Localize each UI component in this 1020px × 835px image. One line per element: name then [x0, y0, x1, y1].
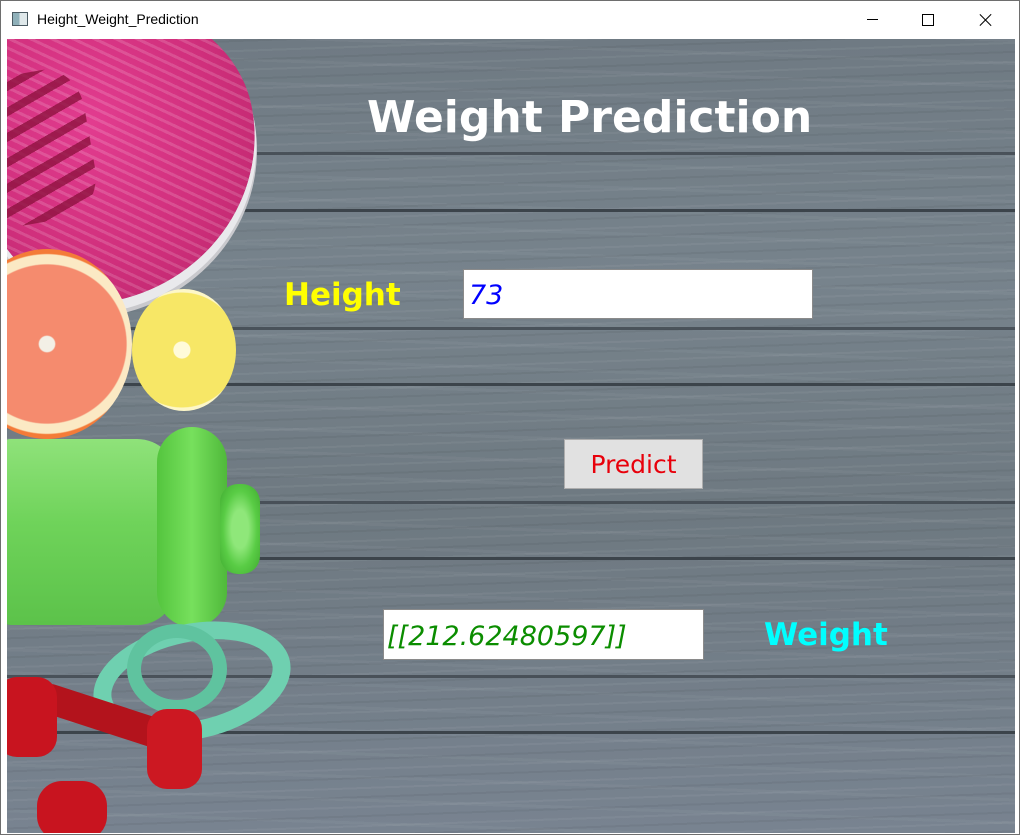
app-icon[interactable]: [12, 12, 28, 26]
dumbbell-image: [37, 781, 107, 833]
shaker-bottle-image: [7, 439, 177, 625]
app-window: Height_Weight_Prediction Weight Predicti…: [0, 0, 1020, 835]
predict-button[interactable]: Predict: [564, 439, 703, 489]
height-input[interactable]: 73: [463, 269, 813, 319]
dumbbell-weight: [147, 709, 202, 789]
minimize-button[interactable]: [849, 1, 895, 38]
window-title: Height_Weight_Prediction: [37, 11, 199, 27]
shaker-nozzle-image: [220, 484, 260, 574]
close-icon: [979, 13, 993, 27]
laces-image: [7, 63, 103, 233]
dumbbell-weight: [7, 677, 57, 757]
shaker-cap-image: [157, 427, 227, 627]
close-button[interactable]: [963, 1, 1009, 38]
minimize-icon: [866, 19, 878, 20]
maximize-icon: [922, 13, 934, 26]
weight-label: Weight: [764, 617, 888, 653]
height-label: Height: [284, 277, 401, 313]
background-image: Weight Prediction Height 73 Predict [[21…: [7, 39, 1015, 833]
page-title: Weight Prediction: [367, 92, 813, 143]
title-bar[interactable]: Height_Weight_Prediction: [1, 1, 1019, 38]
lemon-image: [132, 289, 236, 411]
dumbbell-image: [7, 669, 217, 789]
weight-output-field[interactable]: [[212.62480597]]: [383, 609, 704, 660]
maximize-button[interactable]: [905, 1, 951, 38]
